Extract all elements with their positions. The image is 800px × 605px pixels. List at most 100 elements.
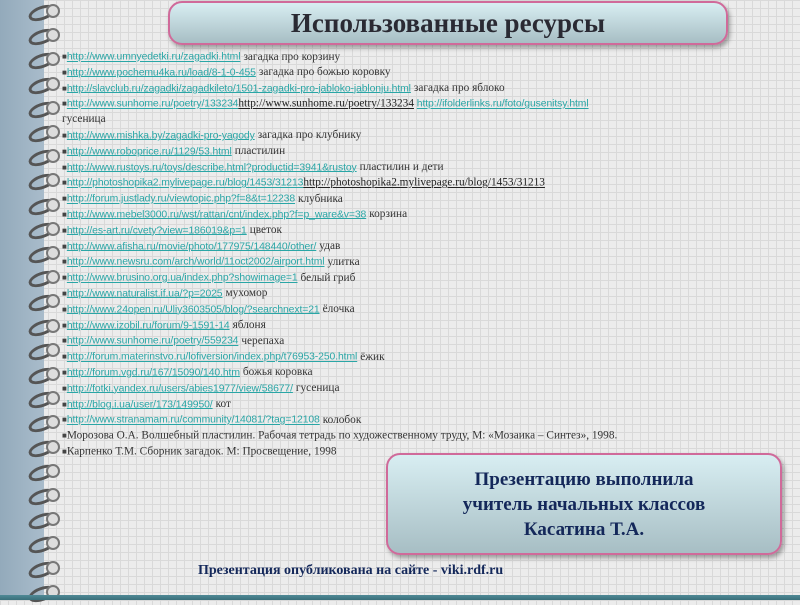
spiral-ring-icon [26,146,62,170]
resource-link[interactable]: http://www.afisha.ru/movie/photo/177975/… [67,241,317,252]
spiral-ring-icon [26,267,62,291]
resource-link[interactable]: http://www.newsru.com/arch/world/11oct20… [67,257,325,268]
spiral-ring-icon [26,388,62,412]
list-item: ■http://forum.vgd.ru/167/15090/140.htm бо… [62,365,797,381]
resource-link[interactable]: http://www.brusino.org.ua/index.php?show… [67,273,298,284]
resource-link[interactable]: http://fotki.yandex.ru/users/abies1977/v… [67,383,293,394]
resource-link[interactable]: http://forum.vgd.ru/167/15090/140.htm [67,367,240,378]
spiral-ring-icon [26,74,62,97]
footer-text: Презентация опубликована на сайте - viki… [198,563,504,578]
resource-link[interactable]: http://slavclub.ru/zagadki/zagadkileto/1… [67,83,411,94]
list-item: ■http://www.24open.ru/Uliy3603505/blog/?… [62,302,797,318]
spiral-ring-icon [26,292,62,315]
resource-link[interactable]: http://photoshopika2.mylivepage.ru/blog/… [67,178,304,189]
spiral-ring-icon [26,171,62,194]
spiral-ring-icon [26,219,62,243]
spiral-ring-icon [26,534,62,557]
resource-description: гусеница [295,382,340,395]
resource-link[interactable]: http://www.rustoys.ru/toys/describe.html… [67,162,357,173]
resource-description: цветок [249,224,282,237]
resource-description: ёжик [360,350,385,363]
resource-link[interactable]: http://forum.justlady.ru/viewtopic.php?f… [67,194,295,205]
slide-title-text: Использованные ресурсы [290,7,606,38]
resource-link[interactable]: http://www.sunhome.ru/poetry/133234 [67,99,239,110]
resource-link[interactable]: http://www.umnyedetki.ru/zagadki.html [67,52,241,63]
spiral-ring-icon [26,461,62,485]
resource-description: яблоня [232,319,266,332]
resource-description: черепаха [241,334,285,347]
resource-description: кот [215,398,231,411]
list-item: ■http://www.izobil.ru/forum/9-1591-14 ябл… [62,318,797,334]
author-line-2: учитель начальных классов [462,493,706,515]
resource-link[interactable]: http://www.naturalist.if.ua/?p=2025 [67,288,223,299]
resource-url-text: http://photoshopika2.mylivepage.ru/blog/… [303,176,545,189]
author-line-1: Презентацию выполнила [474,468,694,490]
resource-link[interactable]: http://blog.i.ua/user/173/149950/ [67,399,213,410]
reference-text: Карпенко Т.М. Сборник загадок. М: Просве… [66,445,337,458]
resource-description: пластилин и дети [359,161,444,174]
bottom-band [0,595,800,600]
resource-link[interactable]: http://www.izobil.ru/forum/9-1591-14 [67,320,230,331]
list-item: ■http://www.mishka.by/zagadki-pro-yagody… [62,128,797,144]
spiral-ring-icon [26,50,62,73]
resource-description: колобок [322,413,362,426]
resource-link[interactable]: http://www.stranamam.ru/community/14081/… [67,415,320,426]
spiral-ring-icon [26,25,62,49]
author-box: Презентацию выполнила учитель начальных … [386,453,782,555]
list-item: ■http://www.brusino.org.ua/index.php?sho… [62,270,797,286]
list-item: ■http://www.rustoys.ru/toys/describe.htm… [62,160,797,176]
resource-description: корзина [369,208,408,221]
spiral-ring-icon [26,98,62,122]
list-item: ■http://www.sunhome.ru/poetry/133234http… [62,96,797,112]
resource-link[interactable]: http://www.mishka.by/zagadki-pro-yagody [67,130,255,141]
spiral-ring-icon [26,316,62,339]
resource-description: клубника [298,192,343,205]
list-item: ■Морозова О.А. Волшебный пластилин. Рабо… [62,428,797,444]
resource-url-text: http://www.sunhome.ru/poetry/133234 [238,97,414,110]
resource-link[interactable]: http://www.sunhome.ru/poetry/559234 [67,336,239,347]
resource-description: загадка про клубнику [257,129,362,142]
list-item: ■http://forum.justlady.ru/viewtopic.php?… [62,191,797,207]
list-item: ■http://www.naturalist.if.ua/?p=2025 мухо… [62,286,797,302]
list-item: ■http://www.sunhome.ru/poetry/559234 чере… [62,333,797,349]
resource-description: загадка про корзину [243,50,341,63]
author-line-3: Касатина Т.А. [523,518,645,540]
resource-link[interactable]: http://www.mebel3000.ru/wst/rattan/cnt/i… [67,209,366,220]
list-item: гусеница [62,112,797,128]
spiral-ring-icon [26,1,62,25]
spiral-ring-icon [26,485,62,509]
resource-link[interactable]: http://www.24open.ru/Uliy3603505/blog/?s… [67,304,320,315]
resource-description: загадка про божью коровку [258,66,391,79]
resource-link[interactable]: http://www.pochemu4ka.ru/load/8-1-0-455 [67,67,256,78]
list-item: ■http://www.stranamam.ru/community/14081… [62,412,797,428]
list-item: ■http://www.umnyedetki.ru/zagadki.html за… [62,49,797,65]
resource-description: ёлочка [322,303,355,316]
spiral-ring-icon [26,437,62,460]
spiral-ring-icon [26,413,62,436]
list-item: ■http://www.newsru.com/arch/world/11oct2… [62,254,797,270]
spiral-ring-icon [26,340,62,364]
resource-description: загадка про яблоко [413,82,505,95]
spiral-ring-icon [26,122,62,146]
spiral-ring-icon [26,364,62,388]
resource-link[interactable]: http://es-art.ru/cvety?view=186019&p=1 [67,225,247,236]
list-item: ■http://photoshopika2.mylivepage.ru/blog… [62,175,797,191]
resource-description: гусеница [62,113,106,126]
spiral-ring-icon [26,243,62,267]
list-item: ■http://es-art.ru/cvety?view=186019&p=1 ц… [62,223,797,239]
list-item: ■http://www.afisha.ru/movie/photo/177975… [62,239,797,255]
list-item: ■http://blog.i.ua/user/173/149950/кот [62,397,797,413]
resource-list: ■http://www.umnyedetki.ru/zagadki.html за… [62,49,797,460]
list-item: ■http://www.mebel3000.ru/wst/rattan/cnt/… [62,207,797,223]
resource-description: божья коровка [242,366,313,379]
list-item: ■http://fotki.yandex.ru/users/abies1977/… [62,381,797,397]
resource-link[interactable]: http://forum.materinstvo.ru/lofiversion/… [67,352,357,363]
resource-description: пластилин [234,145,286,158]
resource-link[interactable]: http://ifolderlinks.ru/foto/gusenitsy.ht… [417,99,589,110]
list-item: ■http://forum.materinstvo.ru/lofiversion… [62,349,797,365]
resource-description: улитка [327,255,360,268]
resource-link[interactable]: http://www.roboprice.ru/1129/53.html [67,146,232,157]
resource-description: мухомор [225,287,268,300]
resource-description: удав [319,240,341,253]
slide-title: Использованные ресурсы [168,1,728,45]
